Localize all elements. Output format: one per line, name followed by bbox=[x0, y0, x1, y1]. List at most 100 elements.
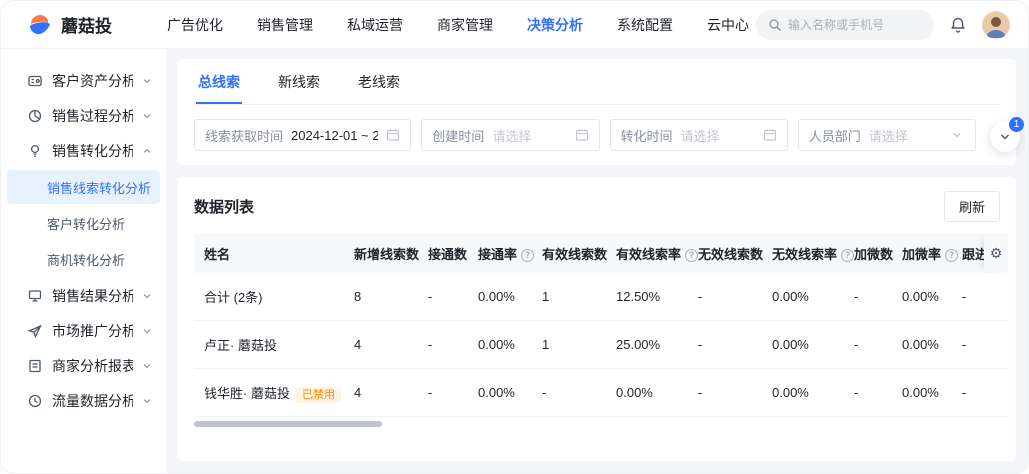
sidebar-item-label: 销售结果分析 bbox=[52, 286, 133, 306]
sidebar-item-label: 销售转化分析 bbox=[52, 141, 133, 161]
table-cell: 0.00% bbox=[902, 273, 962, 321]
notification-bell-button[interactable] bbox=[949, 16, 967, 34]
help-icon[interactable]: ? bbox=[521, 249, 534, 262]
calendar-icon bbox=[763, 128, 777, 142]
tab-old-leads[interactable]: 老线索 bbox=[356, 59, 402, 104]
logo[interactable]: 蘑菇投 bbox=[27, 12, 163, 38]
help-icon[interactable]: ? bbox=[841, 249, 854, 262]
table-cell: 0.00% bbox=[902, 369, 962, 417]
horizontal-scrollbar-thumb[interactable] bbox=[194, 421, 382, 427]
sidebar-item-traffic-data[interactable]: 流量数据分析 bbox=[1, 383, 166, 418]
table-row: 钱华胜· 蘑菇投已禁用 4 - 0.00% - 0.00% - 0.00% - … bbox=[194, 369, 1008, 417]
help-icon[interactable]: ? bbox=[685, 249, 698, 262]
column-header: 接通率? bbox=[478, 234, 542, 273]
sidebar-item-label: 销售过程分析 bbox=[52, 106, 133, 126]
sidebar-item-label: 商家分析报表 bbox=[52, 356, 133, 376]
table-cell: - bbox=[854, 273, 902, 321]
tab-total-leads[interactable]: 总线索 bbox=[196, 59, 242, 104]
chevron-down-icon bbox=[142, 326, 152, 336]
table-cell: - bbox=[542, 369, 616, 417]
tab-new-leads[interactable]: 新线索 bbox=[276, 59, 322, 104]
logo-text: 蘑菇投 bbox=[61, 12, 112, 37]
column-header: 有效线索数 bbox=[542, 234, 616, 273]
sidebar-submenu: 销售线索转化分析 客户转化分析 商机转化分析 bbox=[1, 170, 166, 276]
chevron-down-icon bbox=[142, 291, 152, 301]
pie-chart-icon bbox=[27, 108, 43, 124]
nav-item-cloud-center[interactable]: 云中心 bbox=[707, 15, 749, 35]
table-cell: 0.00% bbox=[772, 369, 854, 417]
table-header-row: 姓名 新增线索数 接通数 接通率? 有效线索数 有效线索率? 无效线索数 无效线… bbox=[194, 234, 1008, 273]
filter-lead-acquire-time[interactable]: 线索获取时间 2024-12-01 ~ 2025-01-31 bbox=[194, 119, 411, 151]
filter-create-time[interactable]: 创建时间 请选择 bbox=[421, 119, 599, 151]
sidebar-item-sales-results[interactable]: 销售结果分析 bbox=[1, 278, 166, 313]
table-cell: 0.00% bbox=[478, 321, 542, 369]
chevron-down-icon bbox=[142, 361, 152, 371]
table-cell: 0.00% bbox=[478, 369, 542, 417]
filter-card: 总线索 新线索 老线索 线索获取时间 2024-12-01 ~ 2025-01-… bbox=[178, 59, 1016, 165]
nav-item-decision-analysis[interactable]: 决策分析 bbox=[527, 15, 583, 35]
id-card-icon bbox=[27, 73, 43, 89]
filter-count-badge: 1 bbox=[1009, 117, 1024, 132]
refresh-button[interactable]: 刷新 bbox=[944, 191, 1000, 222]
avatar[interactable] bbox=[982, 11, 1010, 39]
column-header: 无效线索数 bbox=[698, 234, 772, 273]
table-cell: 4 bbox=[354, 321, 428, 369]
nav-item-sales-management[interactable]: 销售管理 bbox=[257, 15, 313, 35]
table-cell: 12.50% bbox=[616, 273, 698, 321]
search-box[interactable] bbox=[756, 10, 934, 40]
monitor-icon bbox=[27, 288, 43, 304]
search-input[interactable] bbox=[788, 18, 922, 32]
table-cell: - bbox=[698, 321, 772, 369]
filter-placeholder: 请选择 bbox=[869, 126, 943, 145]
filter-label: 创建时间 bbox=[432, 126, 484, 145]
column-settings-icon[interactable]: ⚙ bbox=[984, 234, 1008, 272]
table-cell: 0.00% bbox=[478, 273, 542, 321]
nav-item-merchant-management[interactable]: 商家管理 bbox=[437, 15, 493, 35]
filter-placeholder: 请选择 bbox=[492, 126, 566, 145]
table-cell: 1 bbox=[542, 321, 616, 369]
nav-item-ad-optimization[interactable]: 广告优化 bbox=[167, 15, 223, 35]
nav-item-private-domain[interactable]: 私域运营 bbox=[347, 15, 403, 35]
column-header: 加微数 bbox=[854, 234, 902, 273]
sidebar-item-label: 客户资产分析 bbox=[52, 71, 133, 91]
mushroom-logo-icon bbox=[27, 12, 53, 38]
filter-label: 人员部门 bbox=[809, 126, 861, 145]
filter-placeholder: 请选择 bbox=[681, 126, 755, 145]
sidebar-item-sales-conversion[interactable]: 销售转化分析 bbox=[1, 133, 166, 168]
filter-value: 2024-12-01 ~ 2025-01-31 bbox=[291, 128, 378, 143]
collapse-filters-button[interactable]: 1 bbox=[990, 122, 1020, 152]
sidebar-item-sales-process[interactable]: 销售过程分析 bbox=[1, 98, 166, 133]
top-header: 蘑菇投 广告优化 销售管理 私域运营 商家管理 决策分析 系统配置 云中心 bbox=[1, 1, 1028, 49]
table-cell: 8 bbox=[354, 273, 428, 321]
table-cell: 0.00% bbox=[616, 369, 698, 417]
table-cell: 4 bbox=[354, 369, 428, 417]
filter-label: 转化时间 bbox=[621, 126, 673, 145]
column-header: 加微率? bbox=[902, 234, 962, 273]
table-cell: 1 bbox=[542, 273, 616, 321]
sidebar-subitem-opportunity-conversion[interactable]: 商机转化分析 bbox=[7, 242, 160, 276]
table-cell: 0.00% bbox=[772, 321, 854, 369]
sidebar-subitem-lead-conversion[interactable]: 销售线索转化分析 bbox=[7, 170, 160, 204]
nav-item-system-config[interactable]: 系统配置 bbox=[617, 15, 673, 35]
sidebar-item-market-promotion[interactable]: 市场推广分析 bbox=[1, 313, 166, 348]
filter-convert-time[interactable]: 转化时间 请选择 bbox=[610, 119, 788, 151]
sidebar-item-merchant-reports[interactable]: 商家分析报表 bbox=[1, 348, 166, 383]
sidebar-subitem-customer-conversion[interactable]: 客户转化分析 bbox=[7, 206, 160, 240]
table-row: 卢正· 蘑菇投 4 - 0.00% 1 25.00% - 0.00% - 0.0… bbox=[194, 321, 1008, 369]
help-icon[interactable]: ? bbox=[945, 249, 958, 262]
chevron-down-icon bbox=[999, 131, 1011, 143]
topbar-right bbox=[756, 10, 1010, 40]
filter-department-select[interactable]: 人员部门 请选择 bbox=[798, 119, 976, 151]
column-header: 有效线索率? bbox=[616, 234, 698, 273]
calendar-icon bbox=[386, 128, 400, 142]
sidebar-item-customer-assets[interactable]: 客户资产分析 bbox=[1, 63, 166, 98]
table-cell: 合计 (2条) bbox=[194, 273, 354, 321]
bell-icon bbox=[949, 16, 967, 34]
clock-icon bbox=[27, 393, 43, 409]
lead-tabs: 总线索 新线索 老线索 bbox=[194, 59, 1000, 105]
column-header: 接通数 bbox=[428, 234, 478, 273]
paper-plane-icon bbox=[27, 323, 43, 339]
sidebar-item-label: 市场推广分析 bbox=[52, 321, 133, 341]
table-cell: 0.00% bbox=[902, 321, 962, 369]
table-cell: - bbox=[428, 321, 478, 369]
